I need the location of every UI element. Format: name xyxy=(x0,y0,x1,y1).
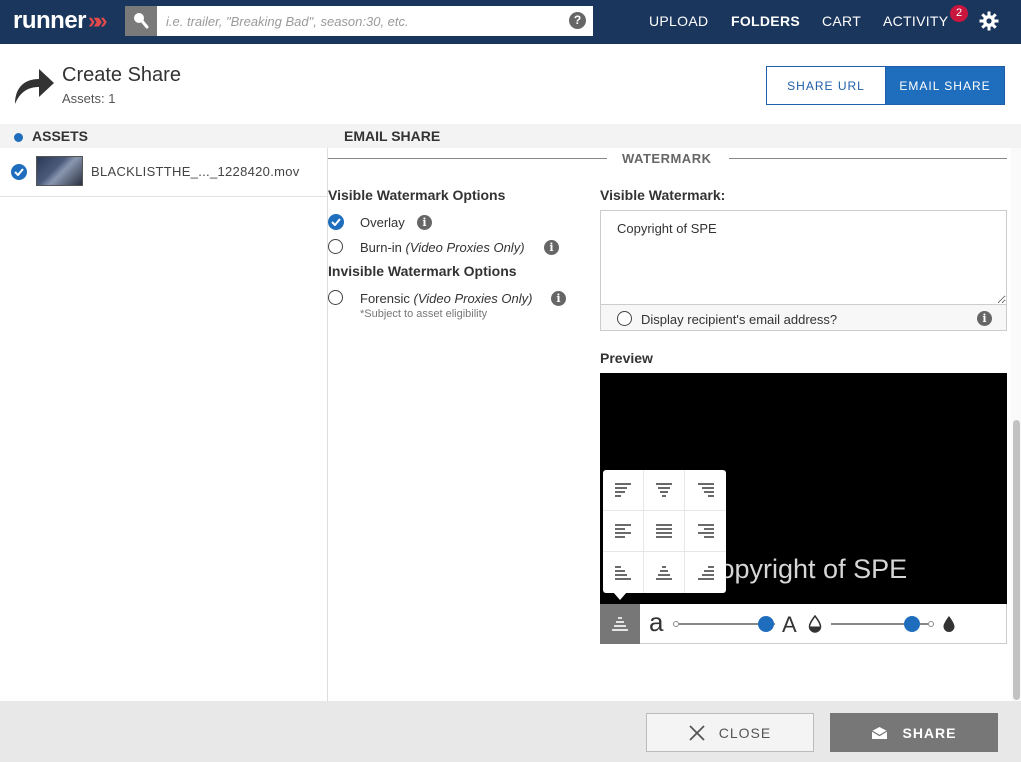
opacity-slider-end xyxy=(928,621,934,627)
share-button[interactable]: SHARE xyxy=(830,713,998,752)
asset-thumbnail[interactable] xyxy=(36,156,83,186)
visible-options-label: Visible Watermark Options xyxy=(328,187,506,203)
align-top-center-icon xyxy=(656,483,672,497)
asset-filename: BLACKLISTTHE_..._1228420.mov xyxy=(91,164,300,179)
burnin-info-icon[interactable]: i xyxy=(544,240,559,255)
page-title: Create Share xyxy=(62,64,181,86)
nav-cart[interactable]: CART xyxy=(822,13,861,29)
align-middle-right[interactable] xyxy=(685,511,726,552)
preview-watermark-text: Copyright of SPE xyxy=(700,554,908,584)
forensic-info-icon[interactable]: i xyxy=(551,291,566,306)
overlay-label: Overlay xyxy=(360,215,405,230)
search-input[interactable] xyxy=(157,6,593,36)
popover-arrow xyxy=(613,592,627,600)
close-button[interactable]: CLOSE xyxy=(646,713,814,752)
email-share-column-title: EMAIL SHARE xyxy=(344,128,441,144)
nav-folders[interactable]: FOLDERS xyxy=(731,13,800,29)
align-bottom-center-icon xyxy=(612,617,628,631)
align-middle-center[interactable] xyxy=(644,511,685,552)
search-button[interactable] xyxy=(125,6,157,36)
panel-scrollbar-thumb[interactable] xyxy=(1013,420,1020,700)
nav-upload[interactable]: UPLOAD xyxy=(649,13,708,29)
asset-count: Assets: 1 xyxy=(62,91,116,106)
align-top-right[interactable] xyxy=(685,470,726,511)
watermark-section-title: WATERMARK xyxy=(622,151,712,166)
burnin-radio[interactable] xyxy=(328,239,343,254)
opacity-low-icon xyxy=(808,615,822,633)
column-divider xyxy=(327,148,328,701)
nav-activity[interactable]: ACTIVITY xyxy=(883,13,948,29)
display-email-label: Display recipient's email address? xyxy=(641,312,838,327)
align-top-left-icon xyxy=(615,483,631,497)
display-email-info-icon[interactable]: i xyxy=(977,311,992,326)
asset-selected-checkbox[interactable] xyxy=(11,164,27,180)
align-bottom-left[interactable] xyxy=(603,552,644,593)
forensic-radio[interactable] xyxy=(328,290,343,305)
visible-watermark-label: Visible Watermark: xyxy=(600,187,726,203)
invisible-options-label: Invisible Watermark Options xyxy=(328,263,517,279)
envelope-icon xyxy=(872,726,888,739)
size-small-icon: a xyxy=(649,607,664,637)
search-icon xyxy=(134,13,149,29)
align-top-center[interactable] xyxy=(644,470,685,511)
share-url-tab[interactable]: SHARE URL xyxy=(766,66,886,105)
opacity-slider-knob[interactable] xyxy=(903,616,920,632)
preview-label: Preview xyxy=(600,350,653,366)
align-bottom-center[interactable] xyxy=(644,552,685,593)
share-label: SHARE xyxy=(902,724,957,741)
burnin-label: Burn-in (Video Proxies Only) xyxy=(360,240,525,255)
watermark-divider-right xyxy=(729,158,1007,159)
watermark-text-input[interactable] xyxy=(600,210,1007,305)
assets-column-title: ASSETS xyxy=(32,128,89,144)
forensic-label: Forensic (Video Proxies Only) xyxy=(360,291,533,306)
close-icon xyxy=(689,724,705,741)
search-help-icon[interactable]: ? xyxy=(569,12,586,29)
align-top-right-icon xyxy=(697,483,714,497)
align-middle-left[interactable] xyxy=(603,511,644,552)
alignment-popover xyxy=(603,470,726,593)
align-middle-right-icon xyxy=(697,524,714,538)
align-middle-left-icon xyxy=(615,524,631,538)
align-bottom-center-icon xyxy=(656,565,672,580)
watermark-divider-left xyxy=(328,158,607,159)
align-top-left[interactable] xyxy=(603,470,644,511)
email-share-tab[interactable]: EMAIL SHARE xyxy=(885,66,1005,105)
overlay-info-icon[interactable]: i xyxy=(417,215,432,230)
align-middle-center-icon xyxy=(656,524,672,538)
alignment-toggle-button[interactable] xyxy=(600,604,640,644)
display-email-radio[interactable] xyxy=(617,311,632,326)
opacity-high-icon xyxy=(943,616,955,632)
share-arrow-icon xyxy=(15,69,54,104)
checkmark-icon xyxy=(331,218,341,226)
align-bottom-left-icon xyxy=(615,565,631,580)
overlay-radio[interactable] xyxy=(328,214,344,230)
assets-indicator-dot xyxy=(14,133,23,142)
checkmark-icon xyxy=(14,168,24,176)
align-bottom-right-icon xyxy=(697,565,714,580)
close-label: CLOSE xyxy=(718,724,772,741)
column-header-bar xyxy=(0,124,1021,148)
size-large-icon: A xyxy=(782,612,797,637)
runner-logo[interactable]: runner»» xyxy=(13,7,108,35)
align-bottom-right[interactable] xyxy=(685,552,726,593)
gear-icon[interactable] xyxy=(979,11,999,31)
activity-badge: 2 xyxy=(950,5,968,22)
eligibility-note: *Subject to asset eligibility xyxy=(360,308,488,320)
